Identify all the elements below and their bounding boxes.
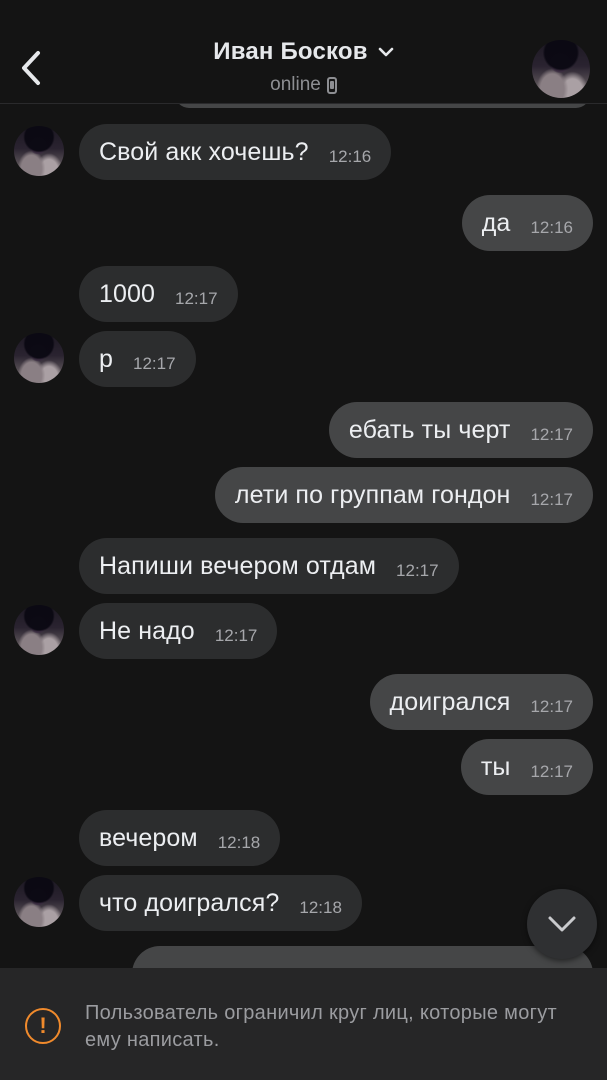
message-text: да [481,208,511,237]
chevron-down-icon [548,916,576,932]
chat-title: Иван Босков online [0,38,607,96]
message-bubble-incoming[interactable]: вечером 12:18 [79,810,281,866]
message-time: 12:17 [214,626,258,645]
message-bubble-outgoing[interactable]: лети по группам гондон 12:17 [214,467,593,523]
contact-avatar[interactable] [14,126,64,176]
message-bubble-outgoing[interactable]: да 12:16 [461,195,593,251]
contact-name-dropdown[interactable]: Иван Босков [213,38,394,66]
message-bubble-incoming[interactable]: что доигрался? 12:18 [79,875,362,931]
message-time: 12:17 [530,762,573,781]
message-list: Свой акк хочешь? 12:16 да 12:16 1000 12:… [0,0,607,968]
message-text: вечером [99,823,198,852]
message-bubble-outgoing[interactable]: доигрался 12:17 [369,674,593,730]
message-time: 12:17 [530,490,573,509]
message-text: Напиши вечером отдам [99,551,377,580]
message-bubble-incoming[interactable]: р 12:17 [79,331,196,387]
contact-status: online [0,74,607,96]
message-text: р [99,344,114,373]
chevron-down-icon [378,47,394,57]
message-text: ты [480,752,511,781]
message-text: ебать ты черт [348,415,511,444]
message-time: 12:18 [217,833,261,852]
contact-avatar[interactable] [14,605,64,655]
message-time: 12:17 [396,561,439,580]
message-text: лети по группам гондон [234,480,511,509]
message-time: 12:17 [530,697,573,716]
contact-avatar[interactable] [14,877,64,927]
online-status-text: online [270,74,321,95]
message-bubble-incoming[interactable]: Напиши вечером отдам 12:17 [79,538,459,594]
chat-header: Иван Босков online [0,0,607,104]
message-text: Свой акк хочешь? [99,137,309,166]
message-time: 12:16 [530,218,573,237]
contact-name: Иван Босков [213,38,368,65]
message-bubble-outgoing-partial[interactable] [132,946,593,968]
restriction-notice: Пользователь ограничил круг лиц, которые… [85,1002,557,1051]
message-time: 12:16 [328,147,372,166]
message-text: Не надо [99,616,195,645]
header-avatar[interactable] [532,40,590,98]
message-bubble-incoming[interactable]: Свой акк хочешь? 12:16 [79,124,392,180]
message-time: 12:17 [133,354,176,373]
message-text: 1000 [99,279,156,308]
message-bubble-incoming[interactable]: 1000 12:17 [79,266,238,322]
message-time: 12:17 [530,425,573,444]
message-time: 12:17 [175,289,218,308]
message-text: доигрался [389,687,511,716]
message-time: 12:18 [299,898,342,917]
message-bubble-outgoing[interactable]: ебать ты черт 12:17 [328,402,593,458]
message-bubble-incoming[interactable]: Не надо 12:17 [79,603,278,659]
message-bubble-outgoing[interactable]: ты 12:17 [460,739,593,795]
scroll-down-button[interactable] [527,889,597,959]
phone-icon [326,76,337,94]
warning-icon: ! [25,1008,61,1044]
contact-avatar[interactable] [14,333,64,383]
message-text: что доигрался? [99,888,280,917]
